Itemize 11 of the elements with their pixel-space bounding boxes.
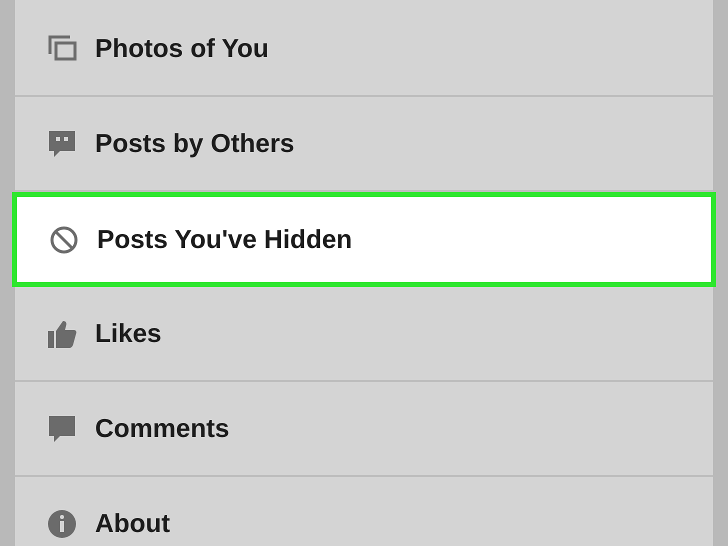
- menu-item[interactable]: Comments: [15, 382, 713, 477]
- comment-icon: [47, 414, 77, 444]
- menu-item[interactable]: Likes: [15, 287, 713, 382]
- quote-bubble-icon: [47, 128, 77, 158]
- menu-item[interactable]: Photos of You: [15, 2, 713, 97]
- menu-item[interactable]: Posts You've Hidden: [12, 192, 716, 287]
- ban-icon: [49, 224, 79, 254]
- photos-icon: [47, 34, 77, 64]
- thumbs-up-icon: [47, 318, 77, 348]
- menu-item[interactable]: About: [15, 477, 713, 546]
- info-icon: [47, 508, 77, 538]
